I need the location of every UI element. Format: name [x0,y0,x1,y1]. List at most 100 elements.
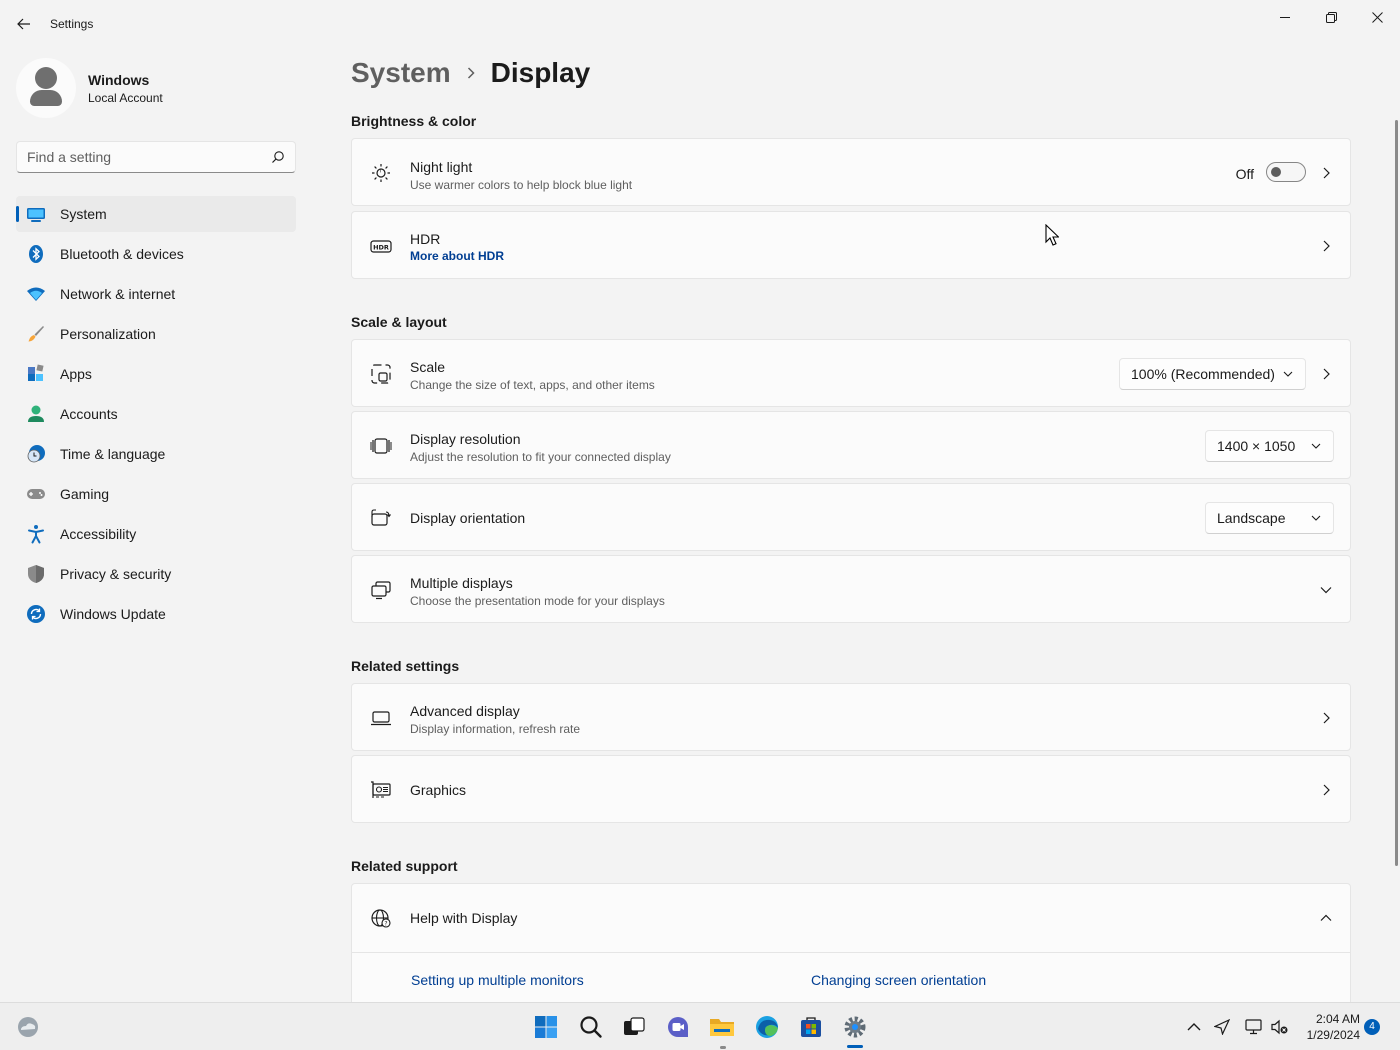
sidebar-item-time-language[interactable]: Time & language [16,436,296,472]
orientation-title: Display orientation [410,510,526,526]
taskbar: 2:04 AM 1/29/2024 4 [0,1002,1400,1050]
scale-icon [371,364,391,384]
resolution-title: Display resolution [410,431,521,447]
accessibility-icon [28,525,44,544]
night-light-icon [372,164,390,182]
notification-badge[interactable]: 4 [1364,1019,1380,1035]
sidebar-item-privacy-security[interactable]: Privacy & security [16,556,296,592]
chevron-down-icon[interactable] [1320,585,1332,595]
sidebar-item-personalization[interactable]: Personalization [16,316,296,352]
edge-icon [756,1016,778,1038]
clock-globe-icon [27,445,45,463]
sidebar-item-network[interactable]: Network & internet [16,276,296,312]
search-icon[interactable] [271,150,285,164]
sidebar-item-system[interactable]: System [16,196,296,232]
wifi-icon [27,287,45,301]
mouse-cursor-icon [1045,224,1059,246]
help-link-screen-orientation[interactable]: Changing screen orientation [811,972,986,988]
orientation-value: Landscape [1217,510,1286,526]
bluetooth-icon [29,245,43,263]
section-brightness-color: Brightness & color [351,113,477,129]
running-indicator [720,1046,726,1049]
globe-help-icon: ? [371,909,391,928]
scrollbar[interactable] [1395,120,1398,866]
user-profile[interactable]: Windows Local Account [16,58,296,118]
scale-dropdown[interactable]: 100% (Recommended) [1119,358,1306,390]
accounts-icon [28,405,44,422]
chevron-down-icon [1283,371,1293,377]
volume-tray-button[interactable] [1267,1013,1293,1041]
divider [352,952,1350,953]
svg-text:HDR: HDR [373,244,389,252]
shield-icon [28,565,44,583]
brush-icon [28,326,44,342]
sidebar-item-bluetooth[interactable]: Bluetooth & devices [16,236,296,272]
show-hidden-icons-button[interactable] [1181,1013,1207,1041]
sidebar-item-apps[interactable]: Apps [16,356,296,392]
night-light-toggle-label: Off [1235,166,1254,182]
night-light-toggle[interactable] [1266,162,1306,182]
sidebar-item-label: Bluetooth & devices [60,246,184,262]
close-icon [1371,11,1383,23]
sidebar-item-windows-update[interactable]: Windows Update [16,596,296,632]
advanced-display-card[interactable]: Advanced display Display information, re… [351,683,1351,751]
minimize-icon [1280,17,1290,18]
graphics-card[interactable]: Graphics [351,755,1351,823]
display-resolution-card[interactable]: Display resolution Adjust the resolution… [351,411,1351,479]
chevron-down-icon [1311,443,1321,449]
laptop-display-icon [371,711,391,726]
location-arrow-icon [1214,1019,1230,1035]
multiple-displays-card[interactable]: Multiple displays Choose the presentatio… [351,555,1351,623]
help-with-display-title: Help with Display [410,910,518,926]
chat-button[interactable] [664,1013,692,1041]
help-with-display-header[interactable]: ? Help with Display [352,884,1350,952]
sidebar-item-label: Time & language [60,446,166,462]
chevron-right-icon [467,67,475,79]
advanced-display-subtitle: Display information, refresh rate [410,722,581,736]
chevron-down-icon [1311,515,1321,521]
close-button[interactable] [1354,4,1400,30]
file-explorer-button[interactable] [708,1013,736,1041]
system-clock[interactable]: 2:04 AM 1/29/2024 [1296,1011,1360,1043]
search-input[interactable] [17,142,257,172]
sidebar-item-gaming[interactable]: Gaming [16,476,296,512]
start-button[interactable] [532,1013,560,1041]
task-view-button[interactable] [620,1013,648,1041]
weather-icon [18,1017,38,1037]
minimize-button[interactable] [1262,4,1308,30]
display-orientation-card[interactable]: Display orientation Landscape [351,483,1351,551]
sidebar-item-accounts[interactable]: Accounts [16,396,296,432]
svg-text:?: ? [384,920,387,927]
more-about-hdr-link[interactable]: More about HDR [410,249,504,263]
apps-icon [28,364,44,381]
settings-taskbar-button[interactable] [841,1013,869,1041]
night-light-card[interactable]: Night light Use warmer colors to help bl… [351,138,1351,206]
page-title: Display [490,57,591,88]
section-related-settings: Related settings [351,658,460,674]
taskbar-search-button[interactable] [577,1013,605,1041]
orientation-dropdown[interactable]: Landscape [1205,502,1334,534]
sidebar-item-accessibility[interactable]: Accessibility [16,516,296,552]
back-button[interactable] [12,12,36,36]
network-tray-button[interactable] [1241,1013,1267,1041]
avatar [16,58,76,118]
restore-button[interactable] [1308,4,1354,30]
chevron-up-icon[interactable] [1320,913,1332,923]
multiple-displays-title: Multiple displays [410,575,513,591]
clock-date: 1/29/2024 [1306,1028,1360,1042]
location-tray-button[interactable] [1209,1013,1235,1041]
task-view-icon [624,1017,645,1035]
restore-icon [1325,11,1337,23]
weather-widget[interactable] [14,1013,42,1041]
sidebar-item-label: System [60,206,107,222]
hdr-card[interactable]: HDR HDR More about HDR [351,211,1351,279]
edge-button[interactable] [753,1013,781,1041]
chevron-up-icon [1187,1023,1201,1031]
help-link-multiple-monitors[interactable]: Setting up multiple monitors [411,972,584,988]
resolution-dropdown[interactable]: 1400 × 1050 [1205,430,1334,462]
multiple-displays-icon [371,581,391,600]
breadcrumb-system[interactable]: System [351,57,451,89]
store-button[interactable] [797,1013,825,1041]
scale-card[interactable]: Scale Change the size of text, apps, and… [351,339,1351,407]
volume-muted-icon [1271,1019,1288,1035]
